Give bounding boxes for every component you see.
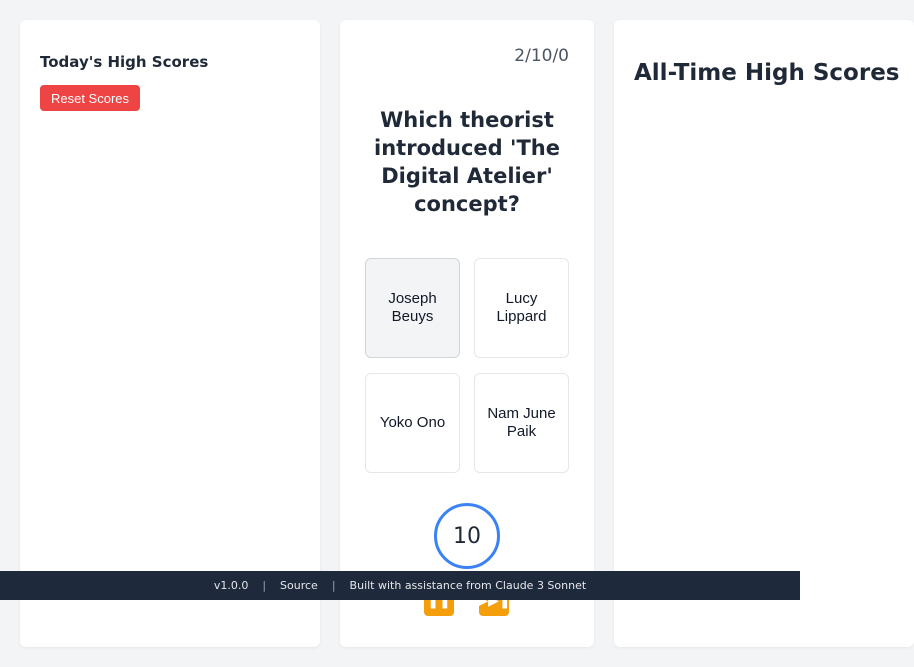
todays-high-scores-title: Today's High Scores (40, 53, 209, 71)
quiz-panel: 2/10/0 Which theorist introduced 'The Di… (340, 20, 594, 647)
all-time-high-scores-panel: All-Time High Scores (614, 20, 914, 647)
countdown-timer: 10 (434, 503, 500, 569)
credit-text: Built with assistance from Claude 3 Sonn… (349, 579, 587, 592)
footer-bar: v1.0.0 | Source | Built with assistance … (0, 571, 800, 600)
source-link[interactable]: Source (280, 579, 318, 592)
all-time-high-scores-title: All-Time High Scores (634, 60, 900, 86)
todays-high-scores-panel: Today's High Scores Reset Scores (20, 20, 320, 647)
question-text: Which theorist introduced 'The Digital A… (374, 108, 560, 216)
footer-separator: | (262, 579, 267, 592)
answer-option[interactable]: Yoko Ono (365, 373, 460, 473)
score-counter: 2/10/0 (514, 46, 569, 66)
version-label: v1.0.0 (213, 579, 249, 592)
reset-scores-button[interactable]: Reset Scores (40, 85, 140, 111)
answer-option[interactable]: Lucy Lippard (474, 258, 569, 358)
answer-option[interactable]: Joseph Beuys (365, 258, 460, 358)
answer-option[interactable]: Nam June Paik (474, 373, 569, 473)
footer-separator: | (331, 579, 336, 592)
